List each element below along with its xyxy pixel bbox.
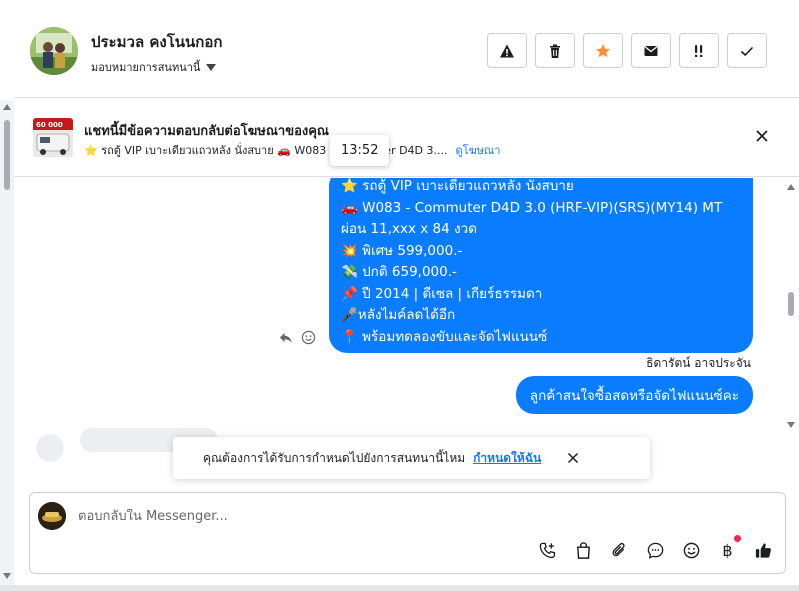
message-line: 💸 ปกติ 659,000.- (341, 264, 457, 280)
follow-up-button[interactable] (679, 33, 719, 68)
page-avatar (38, 502, 66, 530)
star-icon (596, 43, 610, 57)
message-line: ⭐ รถตู้ VIP เบาะเดียวแถวหลัง นั่งสบาย (341, 178, 574, 194)
mark-done-button[interactable] (727, 33, 767, 68)
mark-spam-button[interactable] (487, 33, 527, 68)
like-icon (755, 543, 771, 558)
assign-prompt-toast: คุณต้องการได้รับการกำหนดไปยังการสนทนานี้… (173, 437, 650, 479)
scroll-down-arrow-icon[interactable] (787, 422, 795, 428)
ad-message-bubble[interactable]: ⭐ รถตู้ VIP เบาะเดียวแถวหลัง นั่งสบาย 🚗 … (329, 178, 753, 353)
check-icon (740, 46, 754, 56)
trash-icon (550, 44, 560, 58)
message-line: 📌 ปี 2014 | ดีเซล | เกียร์ธรรมดา (341, 285, 543, 302)
shopping-bag-icon (577, 542, 590, 559)
warning-icon (500, 44, 514, 57)
message-actions (278, 330, 316, 345)
follow-up-icon (695, 44, 703, 57)
reply-composer: ฿ (29, 492, 786, 574)
bottom-scrollbar[interactable] (0, 585, 799, 591)
customer-avatar-placeholder (36, 434, 64, 462)
scrollbar-thumb[interactable] (788, 292, 794, 316)
assign-to-me-link[interactable]: กำหนดให้ฉัน (473, 449, 541, 468)
assign-question: คุณต้องการได้รับการกำหนดไปยังการสนทนานี้… (203, 450, 466, 465)
message-line: 📍 พร้อมทดลองขับและจัดไฟแนนซ์ (341, 328, 548, 345)
view-ad-link[interactable]: ดูโฆษณา (456, 141, 501, 159)
scroll-up-arrow-icon[interactable] (787, 184, 795, 190)
conversation-header: ประมวล คงโนนกอก มอบหมายการสนทนานี้ (14, 0, 799, 98)
messenger-inbox-page: ประมวล คงโนนกอก มอบหมายการสนทนานี้ 60 00… (0, 0, 799, 591)
attach-button[interactable] (610, 541, 629, 560)
contact-name: ประมวล คงโนนกอก (91, 33, 223, 51)
message-bubble[interactable]: ลูกค้าสนใจซื้อสดหรือจัดไฟแนนซ์คะ (515, 376, 753, 414)
react-emoji-icon[interactable] (301, 330, 316, 345)
assign-dropdown[interactable]: มอบหมายการสนทนานี้ (91, 58, 217, 76)
saved-replies-button[interactable] (646, 541, 665, 560)
like-button[interactable] (754, 541, 773, 560)
scroll-down-arrow-icon[interactable] (3, 573, 11, 579)
scroll-up-arrow-icon[interactable] (3, 104, 11, 110)
ad-reply-banner: 60 000 แชทนี้มีข้อความตอบกลับต่อโฆษณาของ… (14, 99, 799, 177)
ad-thumbnail[interactable]: 60 000 (33, 118, 73, 157)
reply-input[interactable] (78, 509, 678, 524)
reply-icon[interactable] (278, 330, 293, 345)
close-icon[interactable] (755, 129, 769, 143)
timestamp-tooltip: 13:52 (330, 135, 390, 166)
emoji-icon (683, 542, 700, 559)
mark-unread-button[interactable] (631, 33, 671, 68)
shop-button[interactable] (574, 541, 593, 560)
caret-down-icon (206, 63, 217, 71)
mail-icon (644, 45, 658, 56)
contact-avatar[interactable] (30, 27, 78, 75)
delete-button[interactable] (535, 33, 575, 68)
message-line: 🚗 W083 - Commuter D4D 3.0 (HRF-VIP)(SRS)… (341, 199, 723, 216)
emoji-button[interactable] (682, 541, 701, 560)
scrollbar-thumb[interactable] (4, 120, 10, 190)
star-button[interactable] (583, 33, 623, 68)
baht-icon: ฿ (722, 541, 733, 560)
sender-name: ธิดารัตน์ อาจประจัน (646, 356, 751, 370)
thread-scrollbar[interactable] (784, 180, 798, 432)
close-icon[interactable] (567, 452, 579, 464)
header-actions (487, 33, 767, 68)
message-line: ผ่อน 11,xxx x 84 งวด (341, 221, 477, 237)
message-line: 🎤หลังไมค์ลดได้อีก (341, 307, 456, 323)
banner-subtitle-row: ⭐ รถตู้ VIP เบาะเดียวแถวหลัง นั่งสบาย 🚗 … (84, 141, 500, 159)
message-line: 💥 พิเศษ 599,000.- (341, 242, 463, 259)
notification-dot (734, 535, 741, 542)
ad-price: 60 000 (36, 121, 63, 129)
saved-reply-icon (647, 542, 664, 559)
ad-summary: ⭐ รถตู้ VIP เบาะเดียวแถวหลัง นั่งสบาย 🚗 … (84, 144, 448, 157)
left-scrollbar[interactable] (0, 100, 14, 585)
call-button[interactable] (538, 541, 557, 560)
payment-button[interactable]: ฿ (718, 535, 741, 560)
attachment-icon (612, 542, 625, 557)
call-plus-icon (539, 542, 556, 559)
composer-tools: ฿ (538, 535, 773, 560)
assign-label: มอบหมายการสนทนานี้ (91, 61, 201, 74)
banner-title: แชทนี้มีข้อความตอบกลับต่อโฆษณาของคุณ (84, 124, 329, 139)
